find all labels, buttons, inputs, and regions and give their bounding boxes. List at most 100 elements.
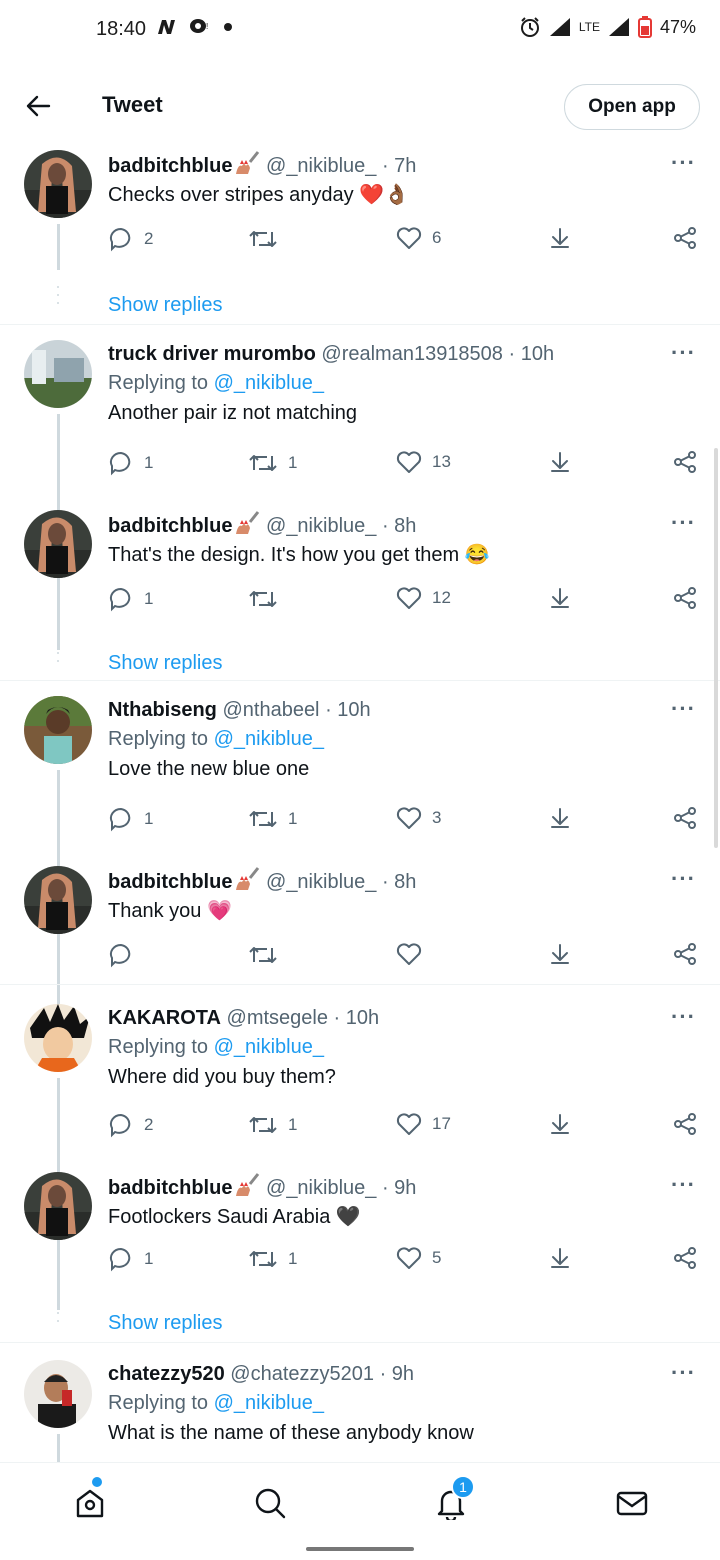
replying-to-handle[interactable]: @_nikiblue_ — [214, 1392, 324, 1414]
share-button[interactable] — [672, 942, 698, 966]
like-button[interactable]: 5 — [396, 1246, 441, 1270]
like-button[interactable]: 13 — [396, 450, 451, 474]
replying-to-handle[interactable]: @_nikiblue_ — [214, 1036, 324, 1058]
tweet-time[interactable]: · 9h — [382, 1177, 416, 1199]
avatar[interactable] — [24, 510, 92, 578]
share-button[interactable] — [672, 1246, 698, 1270]
avatar[interactable] — [24, 696, 92, 764]
nav-messages[interactable] — [612, 1483, 652, 1523]
retweet-button[interactable]: 1 — [248, 1246, 297, 1272]
replying-to-handle[interactable]: @_nikiblue_ — [214, 728, 324, 750]
share-button[interactable] — [672, 1112, 698, 1136]
avatar[interactable] — [24, 1172, 92, 1240]
author-name[interactable]: badbitchblue — [108, 515, 232, 537]
show-replies-link[interactable]: Show replies — [108, 652, 223, 675]
retweet-button[interactable]: 1 — [248, 450, 297, 476]
author-handle[interactable]: @realman13918508 — [316, 343, 509, 365]
like-button[interactable] — [396, 942, 422, 966]
avatar[interactable] — [24, 150, 92, 218]
more-options-button[interactable]: ··· — [671, 510, 696, 536]
replying-to-handle[interactable]: @_nikiblue_ — [214, 372, 324, 394]
open-app-button[interactable]: Open app — [564, 84, 700, 130]
author-handle[interactable]: @_nikiblue_ — [260, 871, 381, 893]
tweet-time[interactable]: · 8h — [382, 871, 416, 893]
home-indicator[interactable] — [306, 1547, 414, 1551]
like-button[interactable]: 6 — [396, 226, 441, 250]
tweet[interactable]: KAKAROTA @mtsegele · 10h Replying to @_ni… — [0, 984, 720, 1310]
avatar[interactable] — [24, 1004, 92, 1072]
author-name[interactable]: KAKAROTA — [108, 1007, 221, 1029]
save-button[interactable] — [548, 942, 572, 966]
reply-feed[interactable]: badbitchblue @_nikiblue_ · 7h Checks over… — [0, 144, 720, 1462]
more-options-button[interactable]: ··· — [671, 1004, 696, 1030]
more-options-button[interactable]: ··· — [671, 1360, 696, 1386]
retweet-button[interactable] — [248, 586, 278, 612]
like-button[interactable]: 12 — [396, 586, 451, 610]
author-name[interactable]: chatezzy520 — [108, 1363, 225, 1385]
save-button[interactable] — [548, 586, 572, 610]
tweet[interactable]: truck driver murombo @realman13918508 · … — [0, 324, 720, 650]
tweet-time[interactable]: · 7h — [382, 155, 416, 177]
tweet-time[interactable]: · 10h — [325, 699, 371, 721]
author-name[interactable]: Nthabiseng — [108, 699, 217, 721]
signal-icon — [549, 18, 570, 36]
avatar[interactable] — [24, 866, 92, 934]
author-handle[interactable]: @_nikiblue_ — [260, 155, 381, 177]
more-options-button[interactable]: ··· — [671, 150, 696, 176]
author-handle[interactable]: @_nikiblue_ — [260, 1177, 381, 1199]
reply-button[interactable]: 1 — [108, 450, 153, 476]
author-name[interactable]: badbitchblue — [108, 871, 232, 893]
reply-button[interactable]: 2 — [108, 226, 153, 252]
show-replies-link[interactable]: Show replies — [108, 294, 223, 317]
tweet-time[interactable]: · 8h — [382, 515, 416, 537]
save-button[interactable] — [548, 226, 572, 250]
save-button[interactable] — [548, 450, 572, 474]
nav-home[interactable] — [70, 1477, 110, 1523]
retweet-button[interactable]: 1 — [248, 806, 297, 832]
like-button[interactable]: 17 — [396, 1112, 451, 1136]
author-name[interactable]: badbitchblue — [108, 155, 232, 177]
more-options-button[interactable]: ··· — [671, 866, 696, 892]
author-name[interactable]: badbitchblue — [108, 1177, 232, 1199]
download-icon — [551, 1114, 569, 1134]
more-options-button[interactable]: ··· — [671, 696, 696, 722]
tweet[interactable]: Nthabiseng @nthabeel · 10h Replying to @_… — [0, 680, 720, 1006]
share-button[interactable] — [672, 586, 698, 610]
author-handle[interactable]: @mtsegele — [221, 1007, 334, 1029]
share-button[interactable] — [672, 806, 698, 830]
reply-button[interactable]: 2 — [108, 1112, 153, 1138]
scrollbar[interactable] — [714, 448, 718, 848]
retweet-button[interactable]: 1 — [248, 1112, 297, 1138]
tweet[interactable]: badbitchblue @_nikiblue_ · 7h Checks over… — [0, 144, 720, 325]
save-button[interactable] — [548, 806, 572, 830]
tweet[interactable]: chatezzy520 @chatezzy5201 · 9h Replying t… — [0, 1342, 720, 1462]
more-options-button[interactable]: ··· — [671, 340, 696, 366]
share-button[interactable] — [672, 450, 698, 474]
retweet-button[interactable] — [248, 226, 278, 252]
retweet-button[interactable] — [248, 942, 278, 968]
tweet-time[interactable]: · 10h — [334, 1007, 380, 1029]
avatar[interactable] — [24, 1360, 92, 1428]
save-button[interactable] — [548, 1112, 572, 1136]
tweet-time[interactable]: · 10h — [508, 343, 554, 365]
author-handle[interactable]: @chatezzy5201 — [225, 1363, 380, 1385]
tweet[interactable]: badbitchblue @_nikiblue_ · 8h That's the … — [0, 504, 720, 684]
author-name[interactable]: truck driver murombo — [108, 343, 316, 365]
author-handle[interactable]: @nthabeel — [217, 699, 325, 721]
nav-search[interactable] — [250, 1483, 290, 1523]
reply-button[interactable] — [108, 942, 134, 968]
avatar[interactable] — [24, 340, 92, 408]
reply-button[interactable]: 1 — [108, 1246, 153, 1272]
reply-button[interactable]: 1 — [108, 806, 153, 832]
share-button[interactable] — [672, 226, 698, 250]
save-button[interactable] — [548, 1246, 572, 1270]
show-replies-link[interactable]: Show replies — [108, 1312, 223, 1335]
more-options-button[interactable]: ··· — [671, 1172, 696, 1198]
nav-notifications[interactable]: 1 — [431, 1475, 475, 1523]
like-button[interactable]: 3 — [396, 806, 441, 830]
tweet-time[interactable]: · 9h — [380, 1363, 414, 1385]
author-handle[interactable]: @_nikiblue_ — [260, 515, 381, 537]
back-button[interactable] — [20, 88, 56, 124]
tweet[interactable]: badbitchblue @_nikiblue_ · 9h Footlockers… — [0, 1166, 720, 1346]
reply-button[interactable]: 1 — [108, 586, 153, 612]
